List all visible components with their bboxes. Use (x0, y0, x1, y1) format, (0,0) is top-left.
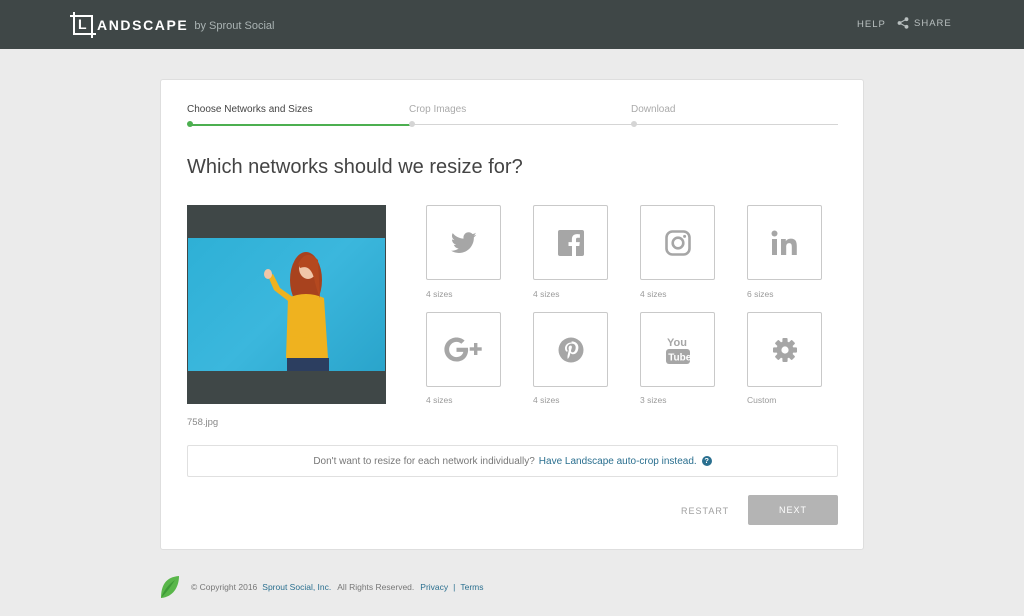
network-pinterest[interactable] (533, 312, 608, 387)
footer-separator: | (453, 582, 456, 592)
twitter-icon (450, 231, 477, 253)
network-facebook[interactable] (533, 205, 608, 280)
next-button[interactable]: NEXT (748, 495, 838, 525)
youtube-caption: 3 sizes (640, 395, 667, 405)
help-icon[interactable]: ? (701, 456, 712, 466)
progress-track (189, 123, 838, 126)
google-plus-icon (443, 337, 482, 361)
step-choose-networks: Choose Networks and Sizes (187, 104, 313, 115)
step-dot-2 (409, 121, 415, 127)
autocrop-banner: Don't want to resize for each network in… (187, 445, 838, 477)
footer-copyright: © Copyright 2016 (191, 582, 258, 592)
restart-button[interactable]: RESTART (681, 506, 729, 516)
logo-mark-letter: L (78, 16, 87, 32)
crop-frame-icon: L (70, 12, 96, 38)
footer-company-link[interactable]: Sprout Social, Inc. (262, 582, 331, 592)
custom-caption: Custom (747, 395, 777, 405)
share-icon (897, 17, 909, 29)
help-link[interactable]: HELP (857, 19, 886, 30)
pinterest-caption: 4 sizes (533, 395, 560, 405)
network-twitter[interactable] (426, 205, 501, 280)
footer-rights: All Rights Reserved. (337, 582, 415, 592)
share-label: SHARE (914, 17, 952, 29)
logo-wordmark: ANDSCAPE (97, 17, 189, 33)
network-instagram[interactable] (640, 205, 715, 280)
facebook-icon (557, 229, 584, 256)
step-dot-1 (187, 121, 193, 127)
linkedin-caption: 6 sizes (747, 289, 774, 299)
youtube-icon: You Tube (665, 337, 691, 364)
autocrop-link[interactable]: Have Landscape auto-crop instead. (539, 456, 697, 467)
footer: © Copyright 2016 Sprout Social, Inc. All… (160, 575, 484, 599)
svg-text:You: You (667, 337, 687, 349)
instagram-icon (664, 229, 691, 256)
google-plus-caption: 4 sizes (426, 395, 453, 405)
svg-text:Tube: Tube (668, 352, 691, 363)
linkedin-icon (771, 230, 797, 255)
image-filename: 758.jpg (187, 417, 219, 428)
landscape-logo[interactable]: L ANDSCAPE by Sprout Social (70, 11, 274, 39)
sprout-leaf-icon (161, 576, 179, 598)
image-preview (187, 205, 386, 404)
footer-privacy-link[interactable]: Privacy (420, 582, 448, 592)
footer-terms-link[interactable]: Terms (460, 582, 483, 592)
share-link[interactable]: SHARE (897, 17, 952, 29)
twitter-caption: 4 sizes (426, 289, 453, 299)
network-google-plus[interactable] (426, 312, 501, 387)
network-custom[interactable] (747, 312, 822, 387)
facebook-caption: 4 sizes (533, 289, 560, 299)
instagram-caption: 4 sizes (640, 289, 667, 299)
autocrop-prompt: Don't want to resize for each network in… (313, 455, 535, 467)
network-linkedin[interactable] (747, 205, 822, 280)
top-bar: L ANDSCAPE by Sprout Social HELP SHARE (0, 0, 1024, 49)
network-youtube[interactable]: You Tube (640, 312, 715, 387)
pinterest-icon (558, 337, 583, 362)
step-dot-3 (631, 121, 637, 127)
page-heading: Which networks should we resize for? (187, 156, 523, 178)
step-crop-images: Crop Images (409, 104, 467, 115)
progress-fill (189, 123, 412, 126)
logo-byline: by Sprout Social (194, 19, 275, 32)
gear-icon (772, 337, 797, 362)
main-card: Choose Networks and Sizes Crop Images Do… (160, 79, 864, 550)
step-download: Download (631, 104, 676, 115)
uploaded-photo (188, 238, 385, 371)
